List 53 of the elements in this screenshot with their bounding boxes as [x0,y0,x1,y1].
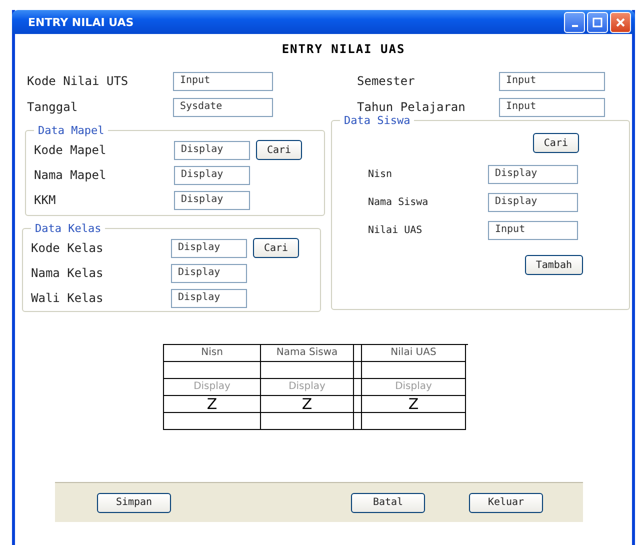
maximize-icon [592,16,603,28]
table-cell: Z [261,396,354,413]
table-cell: Z [164,396,261,413]
column-header: Nisn [164,345,261,362]
field-label: Wali Kelas [31,291,104,305]
minimize-button[interactable] [564,12,585,32]
input-field[interactable]: Sysdate [173,98,273,116]
group-title: Data Siswa [343,114,412,127]
field-label: Nisn [368,168,394,180]
field-label: Nama Kelas [31,266,104,280]
table-cell: Display [362,379,466,396]
input-field[interactable]: Input [499,98,605,116]
search-button[interactable]: Cari [532,133,579,153]
table-cell: Display [261,379,354,396]
column-header: Nama Siswa [261,345,354,362]
input-field[interactable]: Input [488,220,578,240]
window-title: ENTRY NILAI UAS [28,16,135,28]
field-label: Nama Siswa [368,196,430,208]
group-title: Data Mapel [37,124,106,137]
display-field[interactable]: Display [174,140,250,160]
display-field[interactable]: Display [171,288,247,308]
table-cell: Z [362,396,466,413]
action-button[interactable]: Simpan [97,492,171,512]
minimize-icon [572,25,578,27]
search-button[interactable]: Cari [256,140,302,160]
field-label: Nilai UAS [368,224,424,236]
table-cell: Display [164,379,261,396]
form-heading: ENTRY NILAI UAS [280,42,406,56]
display-field[interactable]: Display [174,166,250,184]
group-title: Data Kelas [34,222,102,235]
action-button[interactable]: Keluar [469,492,543,512]
field-label: Nama Mapel [34,168,108,182]
close-icon [615,16,626,28]
close-button[interactable] [610,12,631,32]
field-label: Kode Kelas [31,241,104,255]
field-label: KKM [34,193,57,207]
input-field[interactable]: Input [499,72,605,90]
input-field[interactable]: Input [173,72,273,90]
column-header: Nilai UAS [362,345,466,362]
field-label: Semester [357,74,416,88]
field-label: Tanggal [27,100,79,114]
add-button[interactable]: Tambah [524,255,583,275]
display-field[interactable]: Display [171,238,247,258]
display-field[interactable]: Display [488,192,578,212]
field-label: Kode Mapel [34,143,108,157]
maximize-button[interactable] [587,12,608,32]
display-field[interactable]: Display [171,264,247,282]
display-field[interactable]: Display [488,164,578,184]
display-field[interactable]: Display [174,190,250,210]
action-button[interactable]: Batal [351,492,425,512]
search-button[interactable]: Cari [253,238,300,258]
field-label: Kode Nilai UTS [27,74,130,88]
field-label: Tahun Pelajaran [357,100,466,114]
